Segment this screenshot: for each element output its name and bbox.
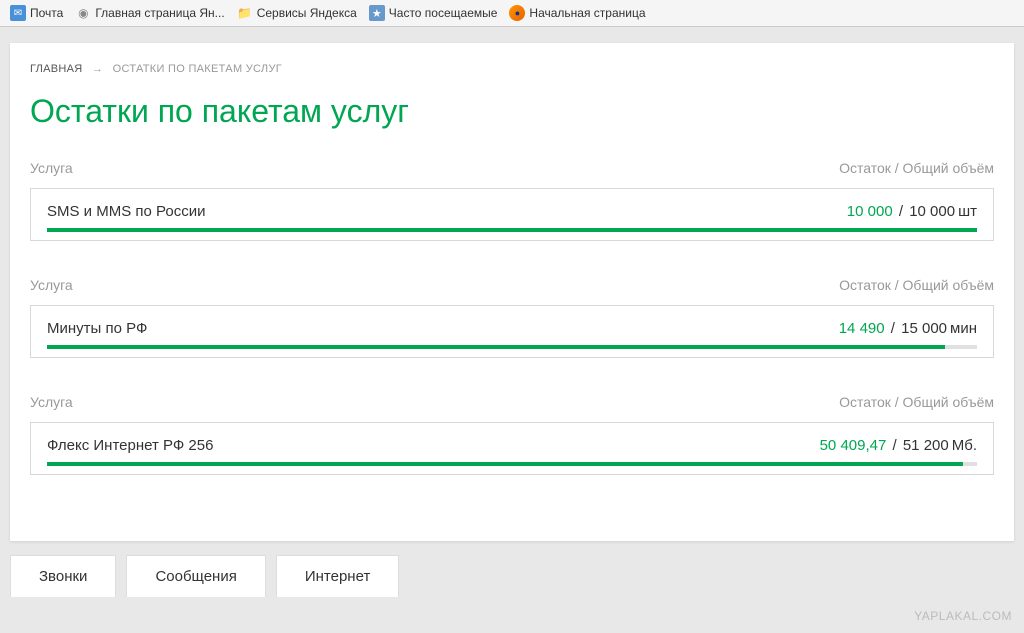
- service-name: Флекс Интернет РФ 256: [47, 437, 213, 454]
- breadcrumb-current: ОСТАТКИ ПО ПАКЕТАМ УСЛУГ: [113, 63, 282, 75]
- service-value: 10 000 / 10 000шт: [847, 203, 977, 220]
- folder-icon: 📁: [237, 5, 253, 21]
- separator: /: [895, 203, 908, 220]
- mail-icon: ✉: [10, 5, 26, 21]
- progress-fill: [47, 462, 963, 466]
- progress-bar: [47, 462, 977, 466]
- firefox-icon: ●: [509, 5, 525, 21]
- service-header-label: Услуга: [30, 394, 73, 410]
- unit-label: мин: [950, 320, 977, 337]
- total-value: 51 200: [903, 437, 949, 454]
- bookmark-label: Сервисы Яндекса: [257, 6, 357, 20]
- total-value: 10 000: [909, 203, 955, 220]
- bookmark-label: Почта: [30, 6, 63, 20]
- progress-fill: [47, 228, 977, 232]
- balance-header-label: Остаток / Общий объём: [839, 394, 994, 410]
- separator: /: [888, 437, 901, 454]
- bookmark-frequent[interactable]: ★ Часто посещаемые: [365, 3, 502, 23]
- tab-calls[interactable]: Звонки: [10, 555, 116, 597]
- progress-fill: [47, 345, 945, 349]
- unit-label: шт: [958, 203, 977, 220]
- service-value: 50 409,47 / 51 200Мб.: [820, 437, 977, 454]
- separator: /: [887, 320, 900, 337]
- service-name: SMS и MMS по России: [47, 203, 205, 220]
- service-card: SMS и MMS по России10 000 / 10 000шт: [30, 188, 994, 241]
- arrow-icon: →: [92, 63, 103, 75]
- balance-header-label: Остаток / Общий объём: [839, 160, 994, 176]
- service-header-label: Услуга: [30, 160, 73, 176]
- tab-internet[interactable]: Интернет: [276, 555, 399, 597]
- bookmark-label: Часто посещаемые: [389, 6, 498, 20]
- service-name: Минуты по РФ: [47, 320, 147, 337]
- bookmark-bar: ✉ Почта ◉ Главная страница Ян... 📁 Серви…: [0, 0, 1024, 27]
- progress-bar: [47, 345, 977, 349]
- remain-value: 10 000: [847, 203, 893, 220]
- globe-icon: ◉: [75, 5, 91, 21]
- remain-value: 50 409,47: [820, 437, 887, 454]
- service-card: Флекс Интернет РФ 256 50 409,47 / 51 200М…: [30, 422, 994, 475]
- service-block: Услуга Остаток / Общий объём Минуты по РФ 1…: [30, 277, 994, 358]
- service-block: Услуга Остаток / Общий объём Флекс Интерне…: [30, 394, 994, 475]
- bookmark-mail[interactable]: ✉ Почта: [6, 3, 67, 23]
- remain-value: 14 490: [839, 320, 885, 337]
- tabs: Звонки Сообщения Интернет: [10, 555, 1014, 597]
- service-card: Минуты по РФ 14 490 / 15 000мин: [30, 305, 994, 358]
- bookmark-label: Главная страница Ян...: [95, 6, 224, 20]
- watermark: YAPLAKAL.COM: [914, 609, 1012, 623]
- star-icon: ★: [369, 5, 385, 21]
- progress-bar: [47, 228, 977, 232]
- page-title: Остатки по пакетам услуг: [30, 93, 994, 130]
- bookmark-yandex-services[interactable]: 📁 Сервисы Яндекса: [233, 3, 361, 23]
- service-block: Услуга Остаток / Общий объём SMS и MMS по …: [30, 160, 994, 241]
- total-value: 15 000: [901, 320, 947, 337]
- breadcrumb: ГЛАВНАЯ → ОСТАТКИ ПО ПАКЕТАМ УСЛУГ: [30, 63, 994, 75]
- bookmark-label: Начальная страница: [529, 6, 645, 20]
- balance-header-label: Остаток / Общий объём: [839, 277, 994, 293]
- bookmark-start[interactable]: ● Начальная страница: [505, 3, 649, 23]
- bookmark-yandex-home[interactable]: ◉ Главная страница Ян...: [71, 3, 228, 23]
- service-header-label: Услуга: [30, 277, 73, 293]
- service-value: 14 490 / 15 000мин: [839, 320, 977, 337]
- breadcrumb-home[interactable]: ГЛАВНАЯ: [30, 63, 83, 75]
- main-content: ГЛАВНАЯ → ОСТАТКИ ПО ПАКЕТАМ УСЛУГ Остат…: [10, 43, 1014, 541]
- unit-label: Мб.: [952, 437, 977, 454]
- tab-messages[interactable]: Сообщения: [126, 555, 265, 597]
